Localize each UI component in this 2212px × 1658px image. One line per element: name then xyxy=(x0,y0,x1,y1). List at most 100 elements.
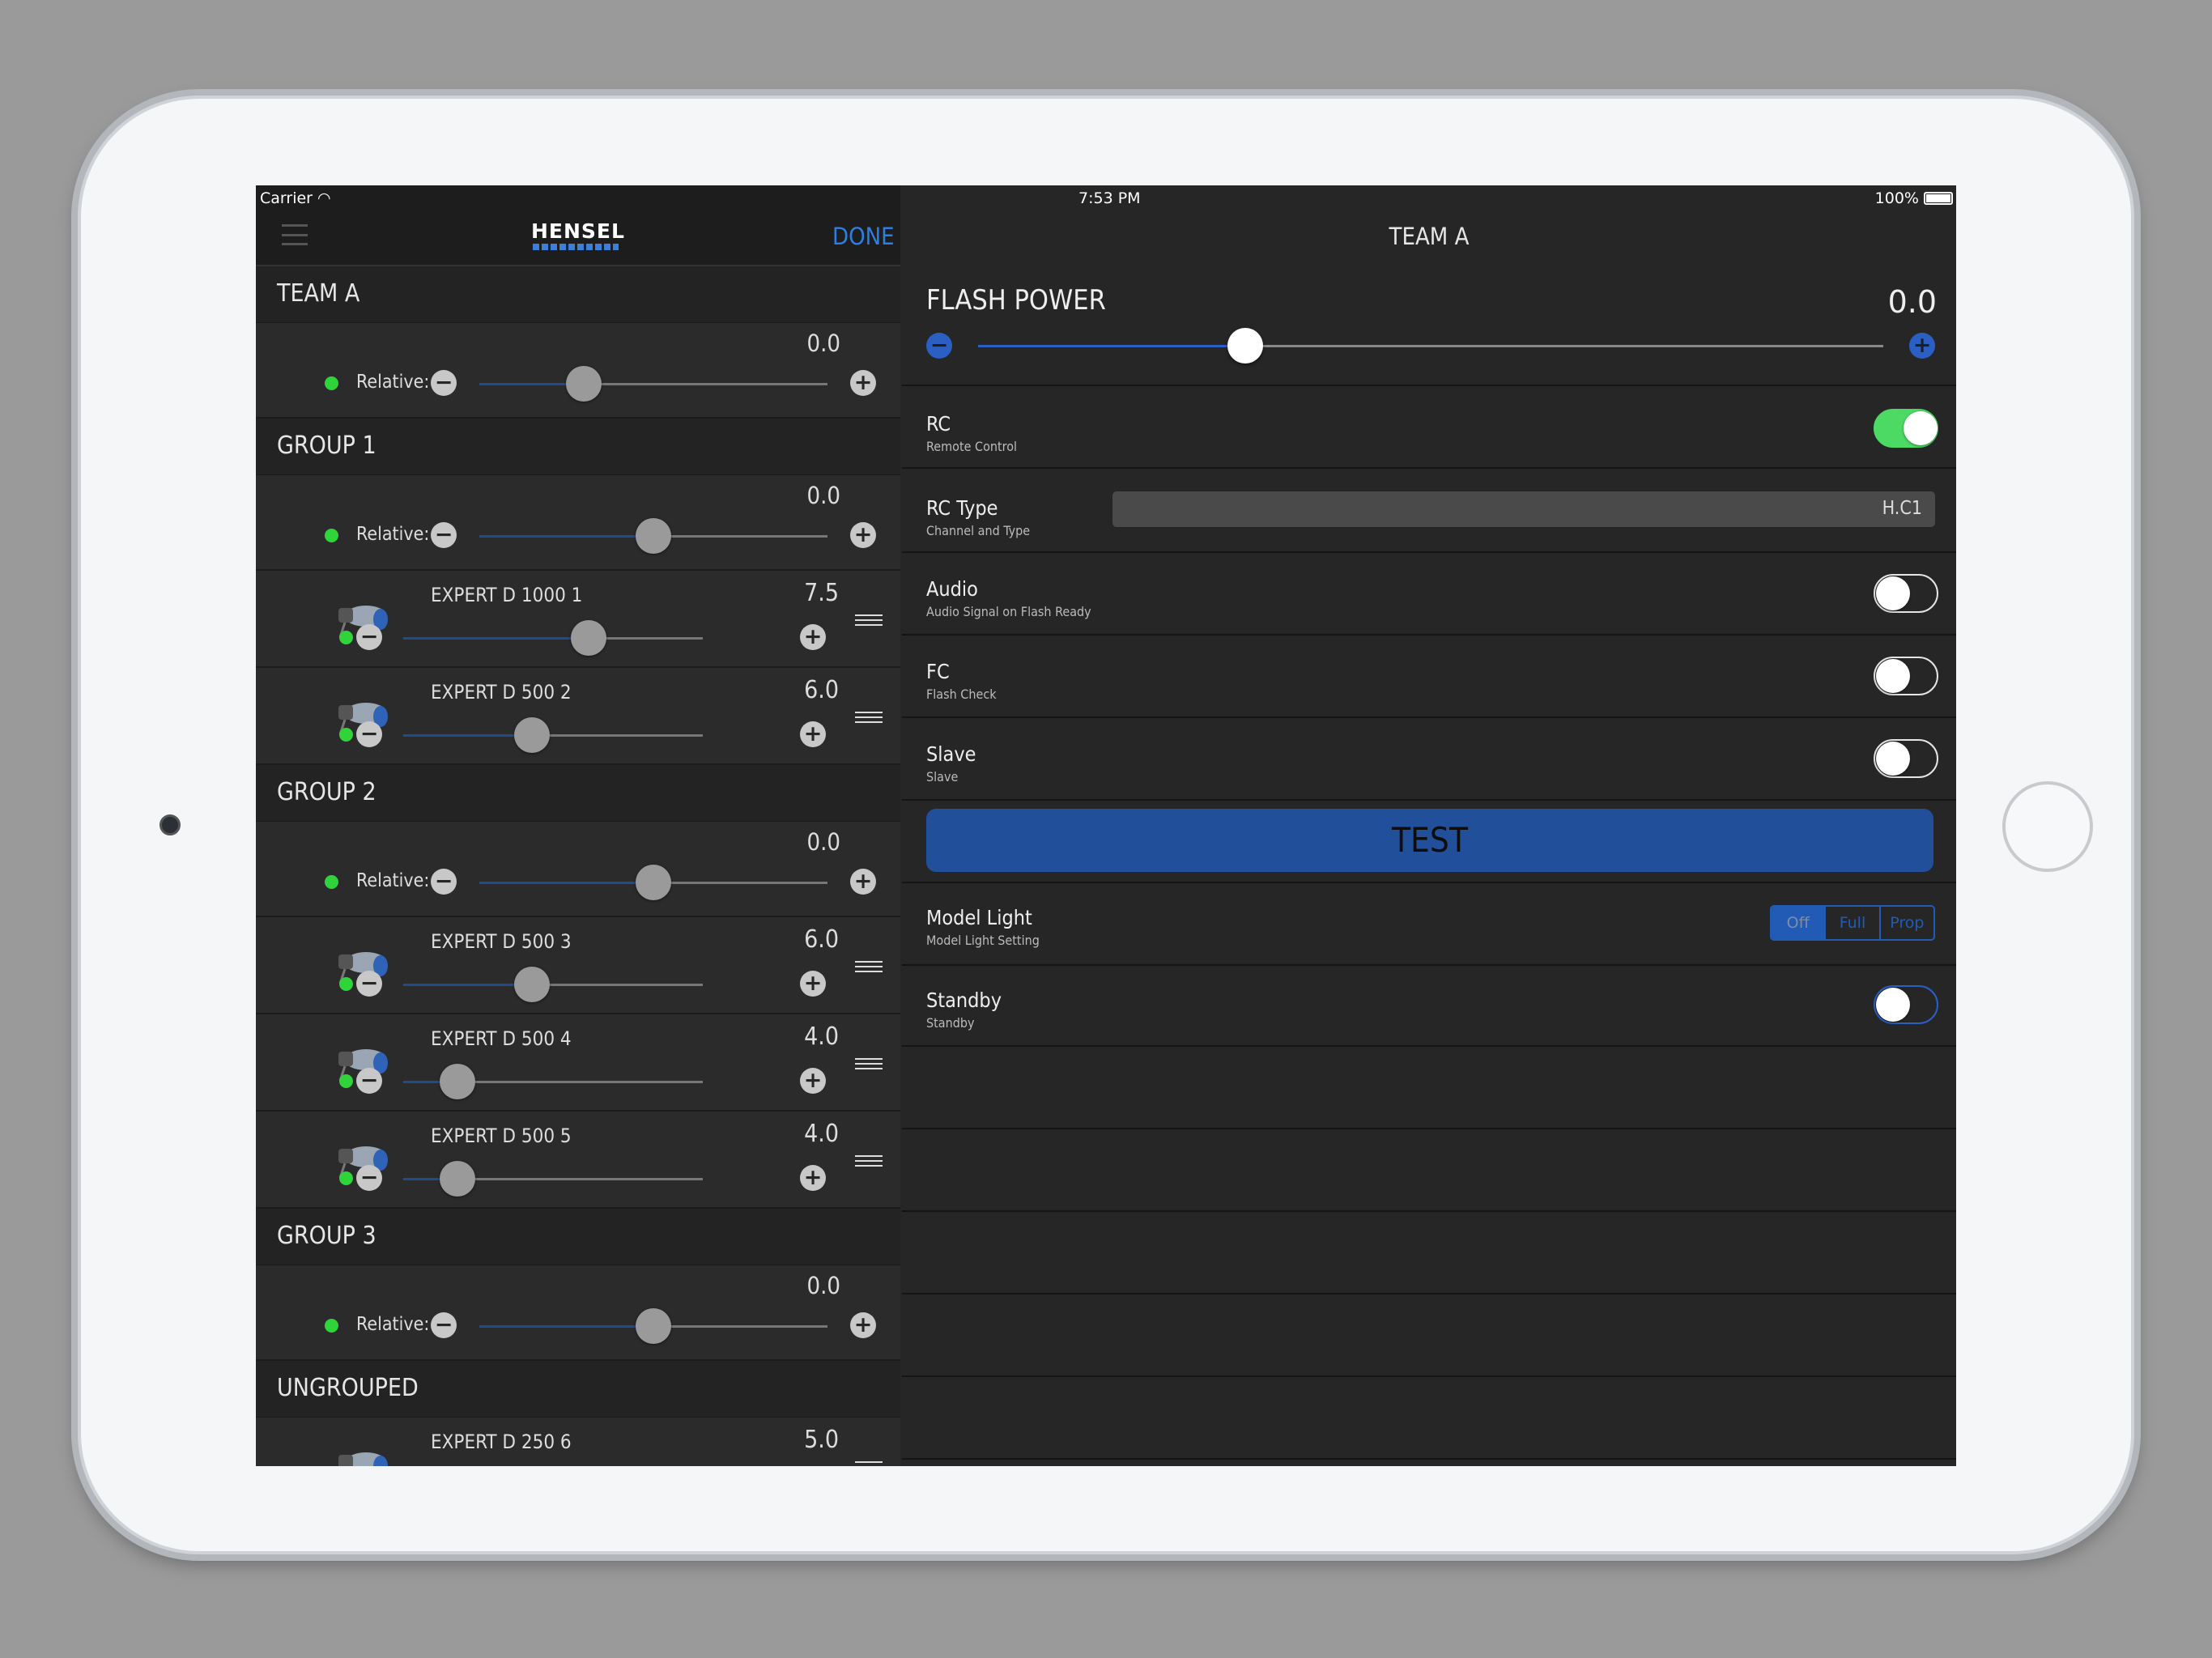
setting-label: Model Light xyxy=(926,906,1032,929)
device-slider[interactable] xyxy=(403,620,703,656)
section-header-ungrouped[interactable]: UNGROUPED xyxy=(256,1361,900,1418)
menu-icon[interactable] xyxy=(282,224,308,245)
section-header-group-3[interactable]: GROUP 3 xyxy=(256,1209,900,1265)
plus-button[interactable]: + xyxy=(800,721,826,747)
setting-sublabel: Audio Signal on Flash Ready xyxy=(926,604,1091,619)
relative-row-group-2: 0.0 Relative: − + xyxy=(256,822,900,917)
standby-toggle[interactable] xyxy=(1874,985,1938,1024)
model-light-segmented-control: Off Full Prop xyxy=(1770,905,1935,941)
section-header-team-a[interactable]: TEAM A xyxy=(256,266,900,323)
slave-toggle[interactable] xyxy=(1874,739,1938,778)
section-header-group-2[interactable]: GROUP 2 xyxy=(256,765,900,822)
relative-slider[interactable] xyxy=(479,865,827,900)
reorder-handle-icon[interactable] xyxy=(855,961,883,972)
model-light-full-segment[interactable]: Full xyxy=(1824,907,1878,939)
relative-value: 0.0 xyxy=(806,828,840,856)
flash-power-slider[interactable] xyxy=(978,328,1883,363)
device-slider[interactable] xyxy=(403,967,703,1002)
rc-type-field[interactable]: H.C1 xyxy=(1112,491,1935,527)
minus-button[interactable]: − xyxy=(356,1068,382,1094)
device-row[interactable]: EXPERT D 500 5 4.0 − + xyxy=(256,1112,900,1209)
device-slider[interactable] xyxy=(403,1064,703,1099)
flash-power-plus-button[interactable]: + xyxy=(1909,333,1935,359)
relative-label: Relative: xyxy=(356,372,430,393)
device-row[interactable]: EXPERT D 500 3 6.0 − + xyxy=(256,917,900,1014)
flash-power-minus-button[interactable]: − xyxy=(926,333,952,359)
reorder-handle-icon[interactable] xyxy=(855,712,883,723)
minus-button[interactable]: − xyxy=(431,869,457,895)
reorder-handle-icon[interactable] xyxy=(855,1461,883,1466)
status-time: 7:53 PM xyxy=(1078,189,1141,207)
done-button[interactable]: DONE xyxy=(832,223,895,250)
wifi-icon: ◠ xyxy=(317,189,331,207)
setting-sublabel: Flash Check xyxy=(926,687,997,702)
device-row[interactable]: EXPERT D 250 6 5.0 xyxy=(256,1418,900,1466)
device-slider[interactable] xyxy=(403,717,703,753)
status-dot xyxy=(339,1074,353,1088)
slider-thumb[interactable] xyxy=(514,717,551,753)
fc-toggle[interactable] xyxy=(1874,657,1938,695)
relative-slider[interactable] xyxy=(479,518,827,554)
plus-button[interactable]: + xyxy=(850,869,876,895)
device-value: 7.5 xyxy=(804,579,839,607)
status-bar: Carrier ◠ 7:53 PM 100% xyxy=(256,185,1956,213)
device-slider[interactable] xyxy=(403,1161,703,1197)
minus-button[interactable]: − xyxy=(356,1165,382,1191)
setting-sublabel: Model Light Setting xyxy=(926,933,1040,948)
model-light-off-segment[interactable]: Off xyxy=(1772,907,1825,939)
slider-thumb[interactable] xyxy=(439,1161,475,1197)
model-light-prop-segment[interactable]: Prop xyxy=(1878,907,1933,939)
plus-button[interactable]: + xyxy=(850,522,876,548)
relative-value: 0.0 xyxy=(806,1272,840,1299)
audio-toggle[interactable] xyxy=(1874,574,1938,613)
device-name: EXPERT D 1000 1 xyxy=(431,584,583,606)
slider-thumb[interactable] xyxy=(636,1308,671,1344)
setting-label: RC Type xyxy=(926,496,998,520)
reorder-handle-icon[interactable] xyxy=(855,1155,883,1167)
status-dot xyxy=(325,376,338,390)
setting-label: Audio xyxy=(926,577,978,601)
section-header-group-1[interactable]: GROUP 1 xyxy=(256,419,900,475)
device-name: EXPERT D 500 5 xyxy=(431,1124,572,1147)
reorder-handle-icon[interactable] xyxy=(855,614,883,626)
status-dot xyxy=(339,728,353,742)
device-row[interactable]: EXPERT D 1000 1 7.5 − + xyxy=(256,571,900,668)
plus-button[interactable]: + xyxy=(800,1165,826,1191)
minus-button[interactable]: − xyxy=(356,721,382,747)
status-dot xyxy=(325,1319,338,1333)
status-dot xyxy=(339,977,353,991)
slider-thumb[interactable] xyxy=(566,366,602,402)
device-value: 5.0 xyxy=(804,1426,839,1454)
minus-button[interactable]: − xyxy=(431,522,457,548)
minus-button[interactable]: − xyxy=(431,1312,457,1338)
detail-title: TEAM A xyxy=(1389,223,1470,250)
flash-head-icon xyxy=(338,1452,388,1466)
device-value: 4.0 xyxy=(804,1120,839,1148)
plus-button[interactable]: + xyxy=(800,971,826,997)
slider-thumb[interactable] xyxy=(439,1064,475,1099)
minus-button[interactable]: − xyxy=(356,624,382,650)
device-name: EXPERT D 500 2 xyxy=(431,681,572,704)
plus-button[interactable]: + xyxy=(800,624,826,650)
minus-button[interactable]: − xyxy=(431,370,457,396)
setting-label: Standby xyxy=(926,988,1002,1012)
plus-button[interactable]: + xyxy=(800,1068,826,1094)
rc-toggle[interactable] xyxy=(1874,409,1938,448)
slider-thumb[interactable] xyxy=(636,518,671,554)
reorder-handle-icon[interactable] xyxy=(855,1058,883,1069)
slider-thumb[interactable] xyxy=(571,620,607,656)
status-dot xyxy=(339,1171,353,1185)
slider-thumb[interactable] xyxy=(514,967,551,1002)
minus-button[interactable]: − xyxy=(356,971,382,997)
relative-slider[interactable] xyxy=(479,1308,827,1344)
device-row[interactable]: EXPERT D 500 2 6.0 − + xyxy=(256,668,900,765)
test-button[interactable]: TEST xyxy=(926,809,1933,872)
plus-button[interactable]: + xyxy=(850,1312,876,1338)
setting-sublabel: Remote Control xyxy=(926,439,1018,454)
plus-button[interactable]: + xyxy=(850,370,876,396)
slider-thumb[interactable] xyxy=(1227,328,1263,363)
relative-slider[interactable] xyxy=(479,366,827,402)
device-row[interactable]: EXPERT D 500 4 4.0 − + xyxy=(256,1014,900,1112)
slider-thumb[interactable] xyxy=(636,865,671,900)
home-button[interactable] xyxy=(2002,781,2093,872)
